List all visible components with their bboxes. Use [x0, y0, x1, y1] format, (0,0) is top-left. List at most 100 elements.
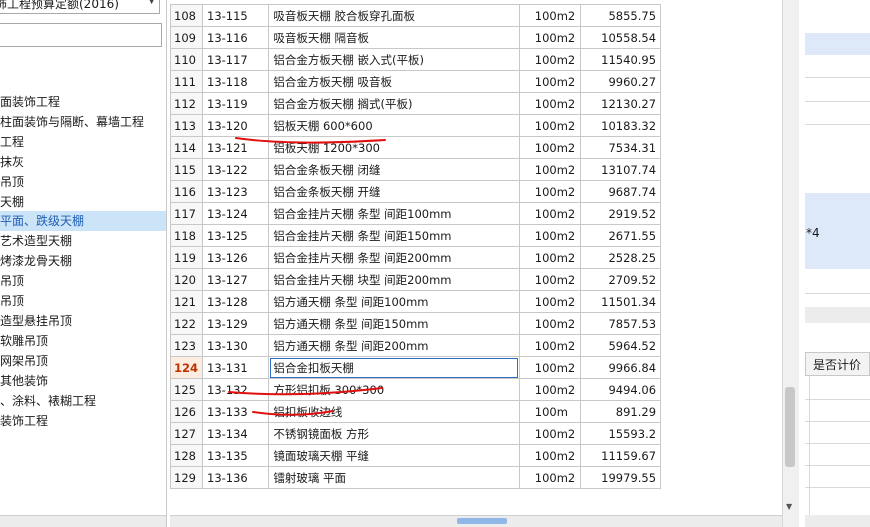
tree-horizontal-scrollbar[interactable]: [0, 515, 166, 527]
tree-item[interactable]: 网架吊顶: [0, 351, 166, 371]
price-cell[interactable]: 7534.31: [579, 136, 662, 159]
tree-item[interactable]: 其他装饰: [0, 371, 166, 391]
table-row[interactable]: 128 13-135 镜面玻璃天棚 平缝 100m2 11159.67: [170, 444, 782, 467]
unit-cell[interactable]: 100m2: [518, 224, 581, 247]
table-row[interactable]: 126 13-133 铝扣板收边线 100m 891.29: [170, 400, 782, 423]
price-cell[interactable]: 9687.74: [579, 180, 662, 203]
grid-scroll-thumb[interactable]: [457, 518, 507, 524]
row-number[interactable]: 123: [170, 334, 204, 357]
row-number[interactable]: 124: [170, 356, 204, 379]
column-header-is-priced[interactable]: 是否计价: [805, 352, 870, 376]
row-number[interactable]: 118: [170, 224, 204, 247]
row-number[interactable]: 121: [170, 290, 204, 313]
tree-item[interactable]: 造型悬挂吊顶: [0, 311, 166, 331]
row-number[interactable]: 115: [170, 158, 204, 181]
row-number[interactable]: 129: [170, 466, 204, 489]
table-row[interactable]: 119 13-126 铝合金挂片天棚 条型 间距200mm 100m2 2528.25: [170, 246, 782, 269]
table-row[interactable]: 124 13-131 铝合金扣板天棚 100m2 9966.84: [170, 356, 782, 379]
quota-name-cell[interactable]: 铝合金条板天棚 闭缝: [268, 158, 520, 181]
quota-code-cell[interactable]: 13-124: [202, 202, 270, 225]
table-row[interactable]: 121 13-128 铝方通天棚 条型 间距100mm 100m2 11501.34: [170, 290, 782, 313]
grid-horizontal-scrollbar[interactable]: [170, 515, 782, 527]
price-cell[interactable]: 5964.52: [579, 334, 662, 357]
tree-item[interactable]: 面装饰工程: [0, 92, 166, 112]
unit-cell[interactable]: 100m2: [518, 312, 581, 335]
row-number[interactable]: 122: [170, 312, 204, 335]
unit-cell[interactable]: 100m2: [518, 202, 581, 225]
table-row[interactable]: 123 13-130 铝方通天棚 条型 间距200mm 100m2 5964.52: [170, 334, 782, 357]
quota-code-cell[interactable]: 13-128: [202, 290, 270, 313]
table-row[interactable]: 115 13-122 铝合金条板天棚 闭缝 100m2 13107.74: [170, 158, 782, 181]
unit-cell[interactable]: 100m2: [518, 158, 581, 181]
table-row[interactable]: 110 13-117 铝合金方板天棚 嵌入式(平板) 100m2 11540.95: [170, 48, 782, 71]
tree-item[interactable]: 吊顶: [0, 271, 166, 291]
quota-code-cell[interactable]: 13-126: [202, 246, 270, 269]
table-row[interactable]: 116 13-123 铝合金条板天棚 开缝 100m2 9687.74: [170, 180, 782, 203]
quota-name-cell[interactable]: 铝合金挂片天棚 条型 间距100mm: [268, 202, 520, 225]
row-number[interactable]: 125: [170, 378, 204, 401]
quota-code-cell[interactable]: 13-121: [202, 136, 270, 159]
tree-item[interactable]: 天棚: [0, 192, 166, 212]
unit-cell[interactable]: 100m2: [518, 334, 581, 357]
quota-code-cell[interactable]: 13-136: [202, 466, 270, 489]
tree-item[interactable]: 烤漆龙骨天棚: [0, 251, 166, 271]
tree-item[interactable]: 、涂料、裱糊工程: [0, 391, 166, 411]
price-cell[interactable]: 15593.2: [579, 422, 662, 445]
table-row[interactable]: 109 13-116 吸音板天棚 隔音板 100m2 10558.54: [170, 26, 782, 49]
row-number[interactable]: 112: [170, 92, 204, 115]
quota-name-cell[interactable]: 铝合金方板天棚 搁式(平板): [268, 92, 520, 115]
tree-item[interactable]: 吊顶: [0, 172, 166, 192]
row-number[interactable]: 120: [170, 268, 204, 291]
unit-cell[interactable]: 100m2: [518, 422, 581, 445]
tree-item[interactable]: 吊顶: [0, 291, 166, 311]
quota-code-cell[interactable]: 13-133: [202, 400, 270, 423]
unit-cell[interactable]: 100m2: [518, 180, 581, 203]
quota-name-cell[interactable]: 铝方通天棚 条型 间距200mm: [268, 334, 520, 357]
quota-name-cell[interactable]: 铝合金挂片天棚 块型 间距200mm: [268, 268, 520, 291]
quota-code-cell[interactable]: 13-117: [202, 48, 270, 71]
unit-cell[interactable]: 100m2: [518, 444, 581, 467]
price-cell[interactable]: 10183.32: [579, 114, 662, 137]
unit-cell[interactable]: 100m2: [518, 136, 581, 159]
price-cell[interactable]: 11501.34: [579, 290, 662, 313]
grid-vertical-scrollbar[interactable]: ▼: [782, 0, 799, 527]
tree-item[interactable]: 软雕吊顶: [0, 331, 166, 351]
unit-cell[interactable]: 100m2: [518, 26, 581, 49]
price-cell[interactable]: 12130.27: [579, 92, 662, 115]
unit-cell[interactable]: 100m2: [518, 4, 581, 27]
price-cell[interactable]: 13107.74: [579, 158, 662, 181]
quota-code-cell[interactable]: 13-130: [202, 334, 270, 357]
quota-code-cell[interactable]: 13-125: [202, 224, 270, 247]
table-row[interactable]: 122 13-129 铝方通天棚 条型 间距150mm 100m2 7857.53: [170, 312, 782, 335]
row-number[interactable]: 109: [170, 26, 204, 49]
unit-cell[interactable]: 100m2: [518, 246, 581, 269]
quota-name-cell[interactable]: 铝方通天棚 条型 间距150mm: [268, 312, 520, 335]
unit-cell[interactable]: 100m2: [518, 48, 581, 71]
price-cell[interactable]: 9966.84: [579, 356, 662, 379]
tree-item[interactable]: 柱面装饰与隔断、幕墙工程: [0, 112, 166, 132]
tree-item[interactable]: 工程: [0, 132, 166, 152]
tree-item-selected[interactable]: 平面、跌级天棚: [0, 211, 166, 231]
row-number[interactable]: 119: [170, 246, 204, 269]
unit-cell[interactable]: 100m2: [518, 466, 581, 489]
chevron-down-icon[interactable]: ▼: [148, 0, 155, 6]
row-number[interactable]: 110: [170, 48, 204, 71]
row-number[interactable]: 126: [170, 400, 204, 423]
quota-name-cell[interactable]: 铝合金条板天棚 开缝: [268, 180, 520, 203]
table-row[interactable]: 114 13-121 铝板天棚 1200*300 100m2 7534.31: [170, 136, 782, 159]
quota-code-cell[interactable]: 13-120: [202, 114, 270, 137]
unit-cell[interactable]: 100m2: [518, 70, 581, 93]
price-cell[interactable]: 10558.54: [579, 26, 662, 49]
quota-code-cell[interactable]: 13-134: [202, 422, 270, 445]
quota-name-cell[interactable]: 方形铝扣板 300*300: [268, 378, 520, 401]
quota-name-cell[interactable]: 铝板天棚 600*600: [268, 114, 520, 137]
price-cell[interactable]: 11159.67: [579, 444, 662, 467]
quota-name-cell[interactable]: 镜面玻璃天棚 平缝: [268, 444, 520, 467]
quota-name-cell[interactable]: 铝板天棚 1200*300: [268, 136, 520, 159]
price-cell[interactable]: 11540.95: [579, 48, 662, 71]
price-cell[interactable]: 2709.52: [579, 268, 662, 291]
quota-name-cell[interactable]: 铝扣板收边线: [268, 400, 520, 423]
scroll-down-icon[interactable]: ▼: [786, 502, 792, 511]
tree-item[interactable]: 抹灰: [0, 152, 166, 172]
quota-code-cell[interactable]: 13-127: [202, 268, 270, 291]
